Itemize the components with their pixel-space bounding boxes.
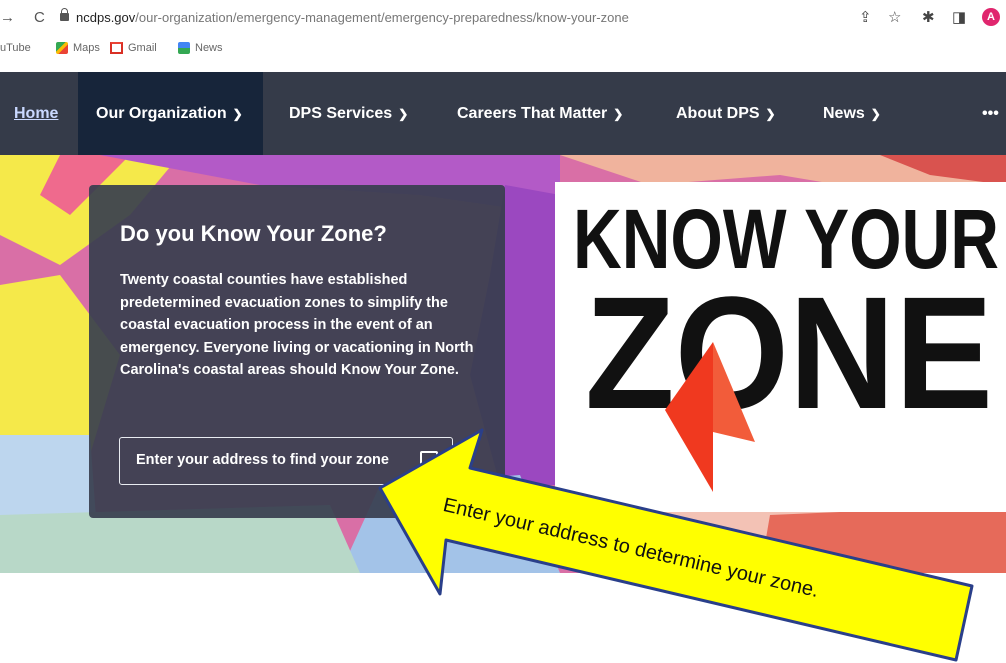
site-navigation: Home Our Organization ❯ DPS Services ❯ Car… — [0, 72, 1006, 155]
panel-title: Do you Know Your Zone? — [120, 221, 387, 246]
logo-line-2: ZONE — [585, 263, 993, 442]
nav-label: Our Organization — [96, 105, 227, 122]
gmail-icon — [110, 42, 123, 54]
bookmark-label: Maps — [73, 42, 100, 54]
nav-careers[interactable]: Careers That Matter ❯ — [457, 72, 623, 155]
browser-chrome: → C ncdps.gov/our-organization/emergency… — [0, 0, 1006, 72]
star-icon[interactable]: ☆ — [888, 8, 901, 26]
url-path: /our-organization/emergency-management/e… — [135, 10, 629, 25]
news-icon — [178, 42, 190, 54]
panel-description: Twenty coastal counties have established… — [120, 272, 474, 378]
url-host: ncdps.gov — [76, 10, 136, 25]
bookmark-news[interactable]: News — [178, 42, 223, 54]
bookmark-gmail[interactable]: Gmail — [110, 42, 157, 54]
lock-icon[interactable] — [60, 8, 69, 21]
logo-artwork: KNOW YOUR ZONE — [573, 192, 999, 492]
nav-label: DPS Services — [289, 105, 393, 122]
extensions-icon[interactable]: ✱ — [922, 8, 935, 26]
bookmark-label: News — [195, 42, 223, 54]
nav-our-organization[interactable]: Our Organization ❯ — [78, 72, 263, 155]
sidepanel-icon[interactable]: ◨ — [952, 8, 966, 26]
nav-dps-services[interactable]: DPS Services ❯ — [289, 72, 408, 155]
nav-label: News — [823, 105, 865, 122]
back-icon[interactable]: → — [0, 9, 15, 26]
chevron-down-icon: ❯ — [398, 107, 409, 121]
know-your-zone-logo: KNOW YOUR ZONE — [555, 182, 1006, 512]
nav-news[interactable]: News ❯ — [823, 72, 881, 155]
nav-more-icon[interactable]: ••• — [982, 72, 999, 155]
chevron-down-icon: ❯ — [765, 107, 776, 121]
chevron-down-icon: ❯ — [232, 107, 243, 121]
nav-home-label: Home — [14, 105, 59, 122]
profile-icon[interactable]: A — [982, 8, 1000, 26]
address-bar[interactable]: ncdps.gov/our-organization/emergency-man… — [76, 10, 629, 25]
nav-home[interactable]: Home — [14, 72, 58, 155]
chevron-down-icon: ❯ — [870, 107, 881, 121]
bookmark-label: uTube — [0, 42, 31, 54]
nav-label: Careers That Matter — [457, 105, 608, 122]
address-bar-row: → C ncdps.gov/our-organization/emergency… — [0, 0, 1006, 38]
address-input-placeholder: Enter your address to find your zone — [136, 452, 389, 468]
share-icon[interactable]: ⇪ — [859, 8, 872, 26]
nav-about-dps[interactable]: About DPS ❯ — [676, 72, 776, 155]
reload-icon[interactable]: C — [34, 9, 45, 26]
nav-label: About DPS — [676, 105, 760, 122]
bookmark-label: Gmail — [128, 42, 157, 54]
chevron-down-icon: ❯ — [613, 107, 624, 121]
bookmark-maps[interactable]: Maps — [56, 42, 100, 54]
maps-icon — [56, 42, 68, 54]
bookmark-youtube[interactable]: uTube — [0, 42, 31, 54]
